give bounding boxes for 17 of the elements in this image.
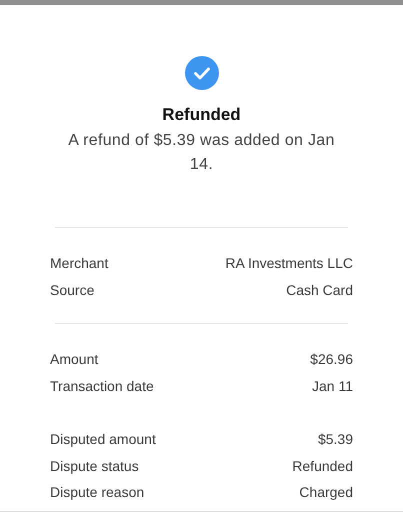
status-message: A refund of $5.39 was added on Jan 14.	[67, 131, 336, 175]
detail-value: Cash Card	[286, 280, 353, 300]
check-icon	[184, 56, 218, 90]
detail-label: Dispute status	[50, 456, 139, 476]
detail-value: Refunded	[292, 456, 353, 476]
detail-label: Source	[50, 280, 94, 300]
detail-label: Dispute reason	[50, 483, 144, 502]
detail-value: $5.39	[318, 430, 353, 449]
detail-label: Transaction date	[50, 376, 154, 396]
detail-label: Amount	[50, 350, 98, 369]
detail-label: Disputed amount	[50, 430, 156, 449]
detail-label: Merchant	[50, 254, 108, 273]
detail-value: Jan 11	[312, 376, 353, 396]
detail-value: $26.96	[310, 350, 353, 369]
detail-value: Charged	[299, 483, 353, 502]
status-title: Refunded	[162, 104, 241, 126]
detail-value: RA Investments LLC	[225, 254, 353, 273]
